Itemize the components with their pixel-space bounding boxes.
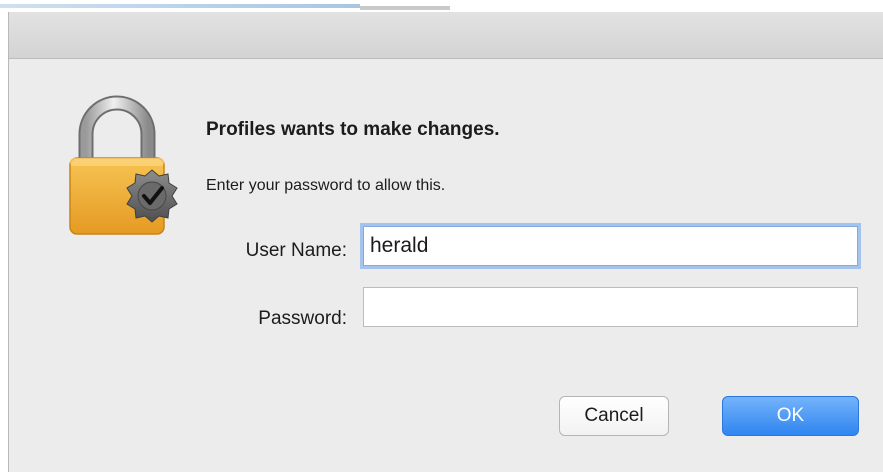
cancel-button[interactable]: Cancel xyxy=(559,396,669,436)
background-window-detail xyxy=(360,6,450,10)
authorization-dialog: Profiles wants to make changes. Enter yo… xyxy=(8,12,883,472)
lock-icon xyxy=(69,95,178,235)
background-window-edge xyxy=(0,0,883,12)
dialog-message: Enter your password to allow this. xyxy=(206,177,446,194)
password-label: Password: xyxy=(258,308,347,329)
screen: Profiles wants to make changes. Enter yo… xyxy=(0,0,883,472)
background-window-titlebar xyxy=(0,4,360,8)
ok-button[interactable]: OK xyxy=(722,396,859,436)
username-label: User Name: xyxy=(245,240,347,261)
username-field[interactable] xyxy=(363,226,858,266)
dialog-heading: Profiles wants to make changes. xyxy=(206,119,500,140)
dialog-titlebar[interactable] xyxy=(9,12,883,59)
password-field[interactable] xyxy=(363,287,858,327)
